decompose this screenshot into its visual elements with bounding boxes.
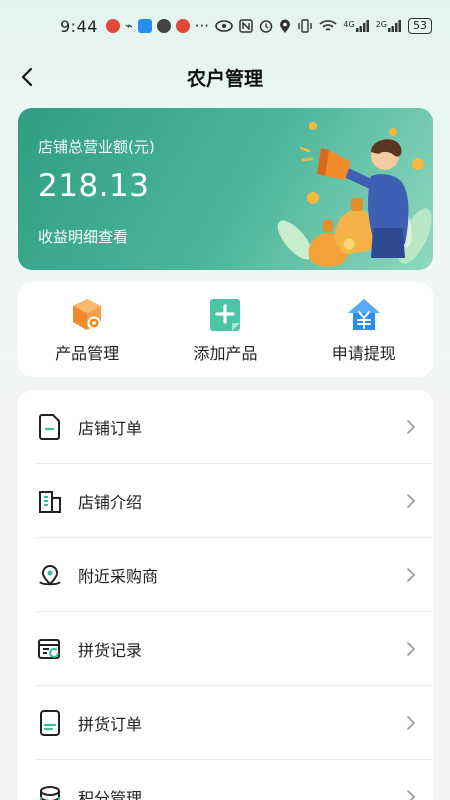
chevron-left-icon bbox=[21, 67, 33, 87]
network-label-2: 2G bbox=[375, 20, 387, 29]
promo-illustration bbox=[277, 122, 432, 267]
chevron-right-icon bbox=[407, 790, 415, 800]
vibrate-icon bbox=[298, 19, 313, 33]
coin-stack-icon bbox=[36, 783, 64, 800]
revenue-amount: 218.13 bbox=[38, 168, 150, 204]
status-time: 9:44 bbox=[60, 16, 98, 36]
quick-actions-card: 产品管理 添加产品 申请提现 bbox=[18, 282, 433, 377]
menu-item-label: 店铺订单 bbox=[78, 419, 143, 438]
weibo-icon bbox=[105, 19, 120, 33]
menu-item-label: 拼货订单 bbox=[78, 715, 143, 734]
wechat-icon bbox=[156, 19, 171, 33]
quick-action-label: 产品管理 bbox=[55, 343, 120, 363]
product-box-gear-icon bbox=[73, 298, 102, 330]
menu-item-nearby-buyers[interactable]: 附近采购商 bbox=[18, 538, 433, 612]
product-management-button[interactable]: 产品管理 bbox=[27, 296, 147, 364]
menu-item-group-orders[interactable]: 拼货订单 bbox=[18, 686, 433, 760]
revenue-label: 店铺总营业额(元) bbox=[38, 138, 155, 156]
shield-icon bbox=[137, 19, 152, 33]
menu-list: 店铺订单 店铺介绍 附近采购商 拼货记录 拼货订单 积分管理 bbox=[18, 390, 433, 800]
location-icon bbox=[280, 19, 291, 33]
menu-item-label: 附近采购商 bbox=[78, 567, 159, 586]
weibo-icon bbox=[175, 19, 190, 33]
nav-bar: 农户管理 bbox=[0, 52, 450, 102]
chevron-right-icon bbox=[407, 494, 415, 508]
menu-item-label: 拼货记录 bbox=[78, 641, 143, 660]
menu-item-label: 店铺介绍 bbox=[78, 493, 143, 512]
menu-item-group-records[interactable]: 拼货记录 bbox=[18, 612, 433, 686]
usb-icon: ⌁ bbox=[124, 18, 133, 34]
quick-action-label: 申请提现 bbox=[331, 343, 396, 363]
document-icon bbox=[36, 413, 64, 441]
add-product-button[interactable]: 添加产品 bbox=[165, 296, 285, 364]
alarm-icon bbox=[260, 20, 273, 33]
network-label-1: 4G bbox=[343, 20, 355, 29]
revenue-card: 店铺总营业额(元) 218.13 收益明细查看 bbox=[18, 108, 433, 270]
record-refresh-icon bbox=[36, 635, 64, 663]
back-button[interactable] bbox=[12, 62, 42, 92]
chevron-right-icon bbox=[407, 420, 415, 434]
wifi-icon bbox=[319, 20, 337, 31]
eye-icon bbox=[215, 20, 234, 32]
chevron-right-icon bbox=[407, 568, 415, 582]
chevron-right-icon bbox=[407, 642, 415, 656]
signal-4g-icon: 4G bbox=[343, 20, 369, 32]
more-dots-icon: ··· bbox=[194, 17, 210, 35]
battery-indicator: 53 bbox=[408, 18, 432, 34]
withdraw-yuan-house-icon bbox=[347, 298, 380, 330]
revenue-detail-link[interactable]: 收益明细查看 bbox=[38, 226, 128, 247]
notification-icons: ⌁ ··· bbox=[105, 17, 210, 35]
menu-item-store-orders[interactable]: 店铺订单 bbox=[18, 390, 433, 464]
system-icons: 4G 2G 53 bbox=[215, 18, 432, 34]
building-icon bbox=[36, 487, 64, 515]
map-pin-icon bbox=[36, 561, 64, 589]
add-document-icon bbox=[210, 298, 241, 331]
menu-item-label: 积分管理 bbox=[78, 789, 143, 800]
order-doc-icon bbox=[36, 709, 64, 737]
quick-action-label: 添加产品 bbox=[193, 343, 258, 363]
nfc-icon bbox=[239, 19, 254, 33]
status-bar: 9:44 ⌁ ··· 4G 2G 53 bbox=[0, 0, 450, 52]
page-title: 农户管理 bbox=[186, 67, 263, 90]
chevron-right-icon bbox=[407, 716, 415, 730]
signal-2g-icon: 2G bbox=[376, 20, 402, 32]
menu-item-points-management[interactable]: 积分管理 bbox=[18, 760, 433, 800]
apply-withdraw-button[interactable]: 申请提现 bbox=[304, 296, 424, 364]
menu-item-store-intro[interactable]: 店铺介绍 bbox=[18, 464, 433, 538]
